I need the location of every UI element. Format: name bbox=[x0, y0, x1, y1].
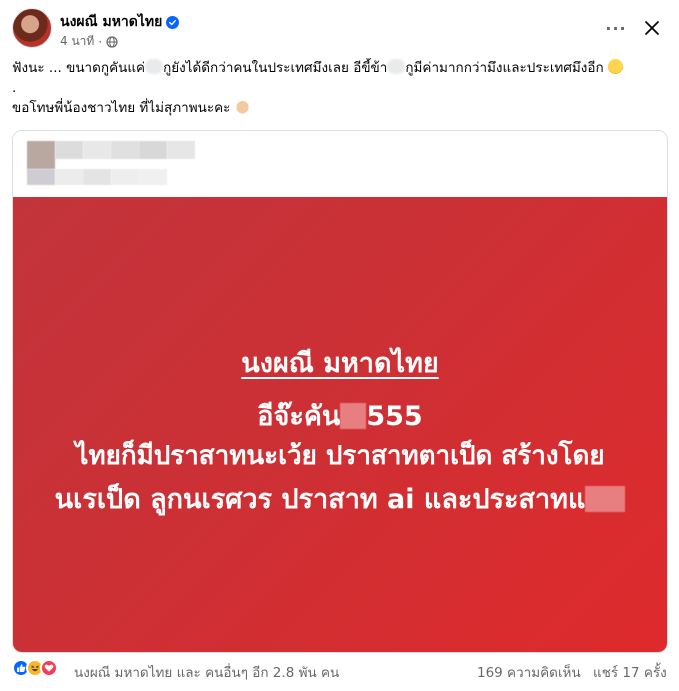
close-button[interactable] bbox=[638, 14, 666, 42]
author-name-row: นงผณี มหาดไทย bbox=[60, 11, 180, 33]
author-name[interactable]: นงผณี มหาดไทย bbox=[60, 11, 162, 33]
folded-hands-emoji-icon bbox=[234, 99, 250, 114]
facebook-post: นงผณี มหาดไทย 4 นาที · ··· ฟังนะ ... ขนา… bbox=[0, 0, 679, 691]
red-text-image: นงผณี มหาดไทย อีจ๊ะคัน 555 ไทยก็มีปราสาทน… bbox=[13, 197, 667, 652]
globe-icon[interactable] bbox=[106, 35, 118, 48]
blurred-pixel bbox=[111, 169, 139, 185]
caption-line-3: ขอโทษพี่น้องชาวไทย ที่ไม่สุภาพนะคะ bbox=[12, 98, 667, 118]
post-header: นงผณี มหาดไทย 4 นาที · ··· bbox=[12, 8, 667, 52]
blurred-pixel bbox=[167, 141, 195, 159]
blurred-pixel bbox=[139, 141, 167, 159]
image-line-2: ไทยก็มีปราสาทนะเว้ย ปราสาทตาเป็ด สร้างโด… bbox=[75, 441, 605, 471]
post-time[interactable]: 4 นาที bbox=[60, 32, 94, 51]
love-icon bbox=[40, 659, 58, 677]
comments-count-link[interactable]: 169 ความคิดเห็น bbox=[477, 661, 581, 683]
post-footer: นงผณี มหาดไทย และ คนอื่นๆ อีก 2.8 พัน คน… bbox=[12, 656, 667, 684]
blurred-pixel bbox=[111, 141, 139, 159]
author-avatar[interactable] bbox=[12, 8, 52, 48]
smirk-emoji-icon bbox=[607, 59, 623, 74]
image-title: นงผณี มหาดไทย bbox=[241, 348, 439, 379]
blurred-pixel bbox=[55, 169, 83, 185]
image-line-1: อีจ๊ะคัน 555 bbox=[257, 401, 423, 432]
blurred-header-area bbox=[13, 131, 667, 197]
blurred-text bbox=[387, 59, 406, 74]
censored-text bbox=[340, 403, 367, 429]
blurred-pixel bbox=[139, 169, 167, 185]
more-dots-icon: ··· bbox=[605, 18, 627, 38]
blurred-pixel bbox=[27, 169, 55, 185]
censored-text bbox=[585, 486, 626, 512]
verified-badge-icon bbox=[166, 15, 180, 29]
shares-count-link[interactable]: แชร์ 17 ครั้ง bbox=[593, 661, 667, 683]
image-line-3: นเรเป็ด ลูกนเรศวร ปราสาท ai และประสาทแ bbox=[13, 477, 667, 520]
blurred-text bbox=[145, 59, 164, 74]
blurred-pixel bbox=[83, 141, 111, 159]
reaction-icons[interactable] bbox=[12, 659, 58, 677]
reactors-summary[interactable]: นงผณี มหาดไทย และ คนอื่นๆ อีก 2.8 พัน คน bbox=[74, 661, 339, 683]
shared-image-card[interactable]: นงผณี มหาดไทย อีจ๊ะคัน 555 ไทยก็มีปราสาทน… bbox=[12, 130, 668, 653]
post-caption: ฟังนะ ... ขนาดกูคันแค่ กูยังได้ดีกว่าคนใน… bbox=[12, 58, 667, 118]
caption-line-1: ฟังนะ ... ขนาดกูคันแค่ กูยังได้ดีกว่าคนใน… bbox=[12, 58, 667, 78]
blurred-pixel bbox=[27, 141, 55, 169]
blurred-pixel bbox=[55, 141, 83, 159]
post-meta: 4 นาที · bbox=[60, 32, 118, 51]
blurred-pixel bbox=[83, 169, 111, 185]
more-options-button[interactable]: ··· bbox=[602, 14, 630, 42]
close-icon bbox=[645, 21, 659, 35]
caption-line-2: . bbox=[12, 80, 17, 96]
